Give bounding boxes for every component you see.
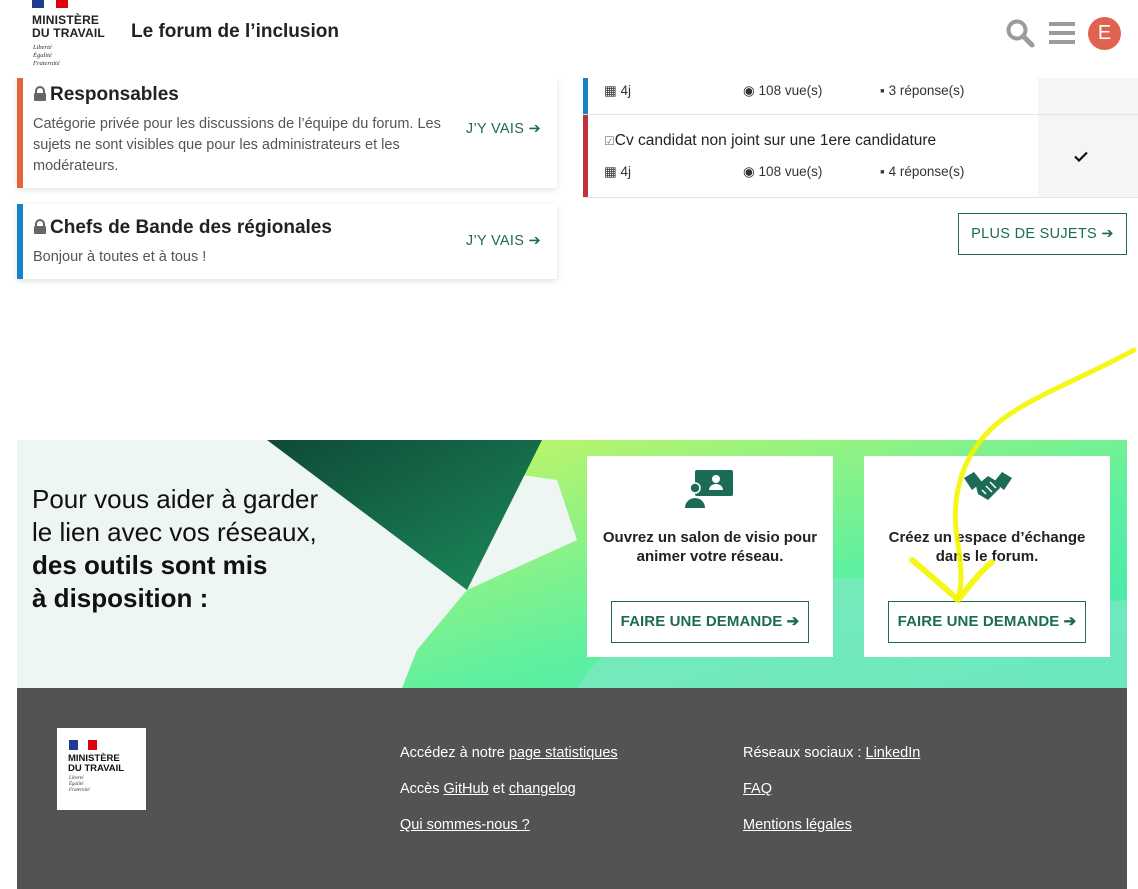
category-description: Catégorie privée pour les discussions de…	[33, 116, 441, 174]
calendar-icon: ▦	[604, 83, 617, 98]
french-flag-icon	[69, 740, 97, 750]
topic-views: ◉ 108 vue(s)	[743, 164, 823, 179]
topic-row[interactable]: ▦ 4j ◉ 108 vue(s) ▪ 3 réponse(s)	[583, 78, 1138, 115]
site-footer: MINISTÈRE DU TRAVAIL Liberté Égalité Frater…	[17, 688, 1127, 889]
video-call-icon	[685, 470, 733, 508]
arrow-right-icon: ➔	[528, 121, 541, 137]
menu-icon[interactable]	[1049, 21, 1075, 45]
promo-card-text: Ouvrez un salon de visio pour animer vot…	[602, 529, 818, 565]
topic-replies: ▪ 4 réponse(s)	[880, 164, 965, 179]
footer-stats-line: Accédez à notre page statistiques	[400, 745, 618, 761]
faq-link[interactable]: FAQ	[743, 781, 772, 797]
checkmark-icon	[1074, 151, 1088, 162]
search-icon[interactable]	[1005, 18, 1035, 48]
lock-icon	[34, 86, 46, 101]
category-title[interactable]: Chefs de Bande des régionales	[33, 217, 332, 239]
arrow-right-icon: ➔	[528, 233, 541, 249]
request-forum-space-button[interactable]: FAIRE UNE DEMANDE ➔	[888, 601, 1086, 643]
legal-notice-link[interactable]: Mentions légales	[743, 817, 852, 833]
category-link[interactable]: J’Y VAIS ➔	[466, 121, 541, 137]
comment-icon: ▪	[880, 164, 885, 179]
footer-logo-motto: Liberté Égalité Fraternité	[69, 776, 90, 793]
footer-github-line: Accès GitHub et changelog	[400, 781, 576, 797]
category-card-responsables[interactable]: Responsables Catégorie privée pour les d…	[17, 78, 557, 188]
french-flag-icon	[32, 0, 68, 8]
category-description: Bonjour à toutes et à tous !	[33, 249, 207, 265]
eye-icon: ◉	[743, 164, 755, 179]
checkbox-icon: ☑	[604, 134, 615, 148]
topic-age: ▦ 4j	[604, 164, 632, 179]
site-header: MINISTÈRE DU TRAVAIL Liberté Égalité Frater…	[0, 0, 1138, 78]
topic-row[interactable]: ☑Cv candidat non joint sur une 1ere cand…	[583, 115, 1138, 198]
linkedin-link[interactable]: LinkedIn	[866, 745, 921, 761]
promo-banner: Pour vous aider à garder le lien avec vo…	[17, 440, 1127, 688]
promo-card-visio: Ouvrez un salon de visio pour animer vot…	[587, 456, 833, 657]
footer-logo-text: MINISTÈRE DU TRAVAIL	[68, 753, 125, 774]
promo-card-forum-space: Créez un espace d’échange dans le forum.…	[864, 456, 1110, 657]
arrow-right-icon: ➔	[1101, 226, 1114, 242]
changelog-link[interactable]: changelog	[509, 781, 576, 797]
topic-replies: ▪ 3 réponse(s)	[880, 83, 965, 98]
topic-list: ▦ 4j ◉ 108 vue(s) ▪ 3 réponse(s) ☑Cv can…	[583, 78, 1138, 198]
promo-card-text: Créez un espace d’échange dans le forum.	[888, 529, 1086, 565]
category-color-bar	[17, 204, 23, 279]
eye-icon: ◉	[743, 83, 755, 98]
category-title[interactable]: Responsables	[33, 84, 179, 106]
footer-about-line: Qui sommes-nous ?	[400, 817, 530, 833]
calendar-icon: ▦	[604, 164, 617, 179]
topic-color-bar	[583, 78, 588, 114]
topic-status-cell	[1038, 78, 1138, 114]
logo-text: MINISTÈRE DU TRAVAIL	[32, 13, 105, 40]
topic-views: ◉ 108 vue(s)	[743, 83, 823, 98]
topic-color-bar	[583, 115, 588, 197]
promo-text: Pour vous aider à garder le lien avec vo…	[32, 484, 319, 613]
topic-status-cell	[1038, 115, 1138, 197]
footer-faq-line: FAQ	[743, 781, 772, 797]
stats-page-link[interactable]: page statistiques	[509, 745, 618, 761]
topic-title[interactable]: ☑Cv candidat non joint sur une 1ere cand…	[604, 132, 936, 150]
github-link[interactable]: GitHub	[444, 781, 489, 797]
category-card-chefs-de-bande[interactable]: Chefs de Bande des régionales Bonjour à …	[17, 204, 557, 279]
handshake-icon	[964, 472, 1012, 500]
user-avatar[interactable]: E	[1088, 17, 1121, 50]
footer-ministere-logo[interactable]: MINISTÈRE DU TRAVAIL Liberté Égalité Frater…	[57, 728, 146, 810]
footer-social-line: Réseaux sociaux : LinkedIn	[743, 745, 921, 761]
ministere-logo[interactable]: MINISTÈRE DU TRAVAIL Liberté Égalité Frater…	[32, 0, 122, 72]
footer-legal-line: Mentions légales	[743, 817, 852, 833]
arrow-right-icon: ➔	[786, 613, 800, 630]
category-link[interactable]: J’Y VAIS ➔	[466, 233, 541, 249]
about-us-link[interactable]: Qui sommes-nous ?	[400, 817, 530, 833]
topic-age: ▦ 4j	[604, 83, 632, 98]
lock-icon	[34, 219, 46, 234]
comment-icon: ▪	[880, 83, 885, 98]
logo-motto: Liberté Égalité Fraternité	[33, 44, 60, 67]
more-topics-button[interactable]: PLUS DE SUJETS ➔	[958, 213, 1127, 255]
arrow-right-icon: ➔	[1063, 613, 1077, 630]
site-title[interactable]: Le forum de l’inclusion	[131, 21, 339, 43]
request-visio-button[interactable]: FAIRE UNE DEMANDE ➔	[611, 601, 809, 643]
category-color-bar	[17, 78, 23, 188]
